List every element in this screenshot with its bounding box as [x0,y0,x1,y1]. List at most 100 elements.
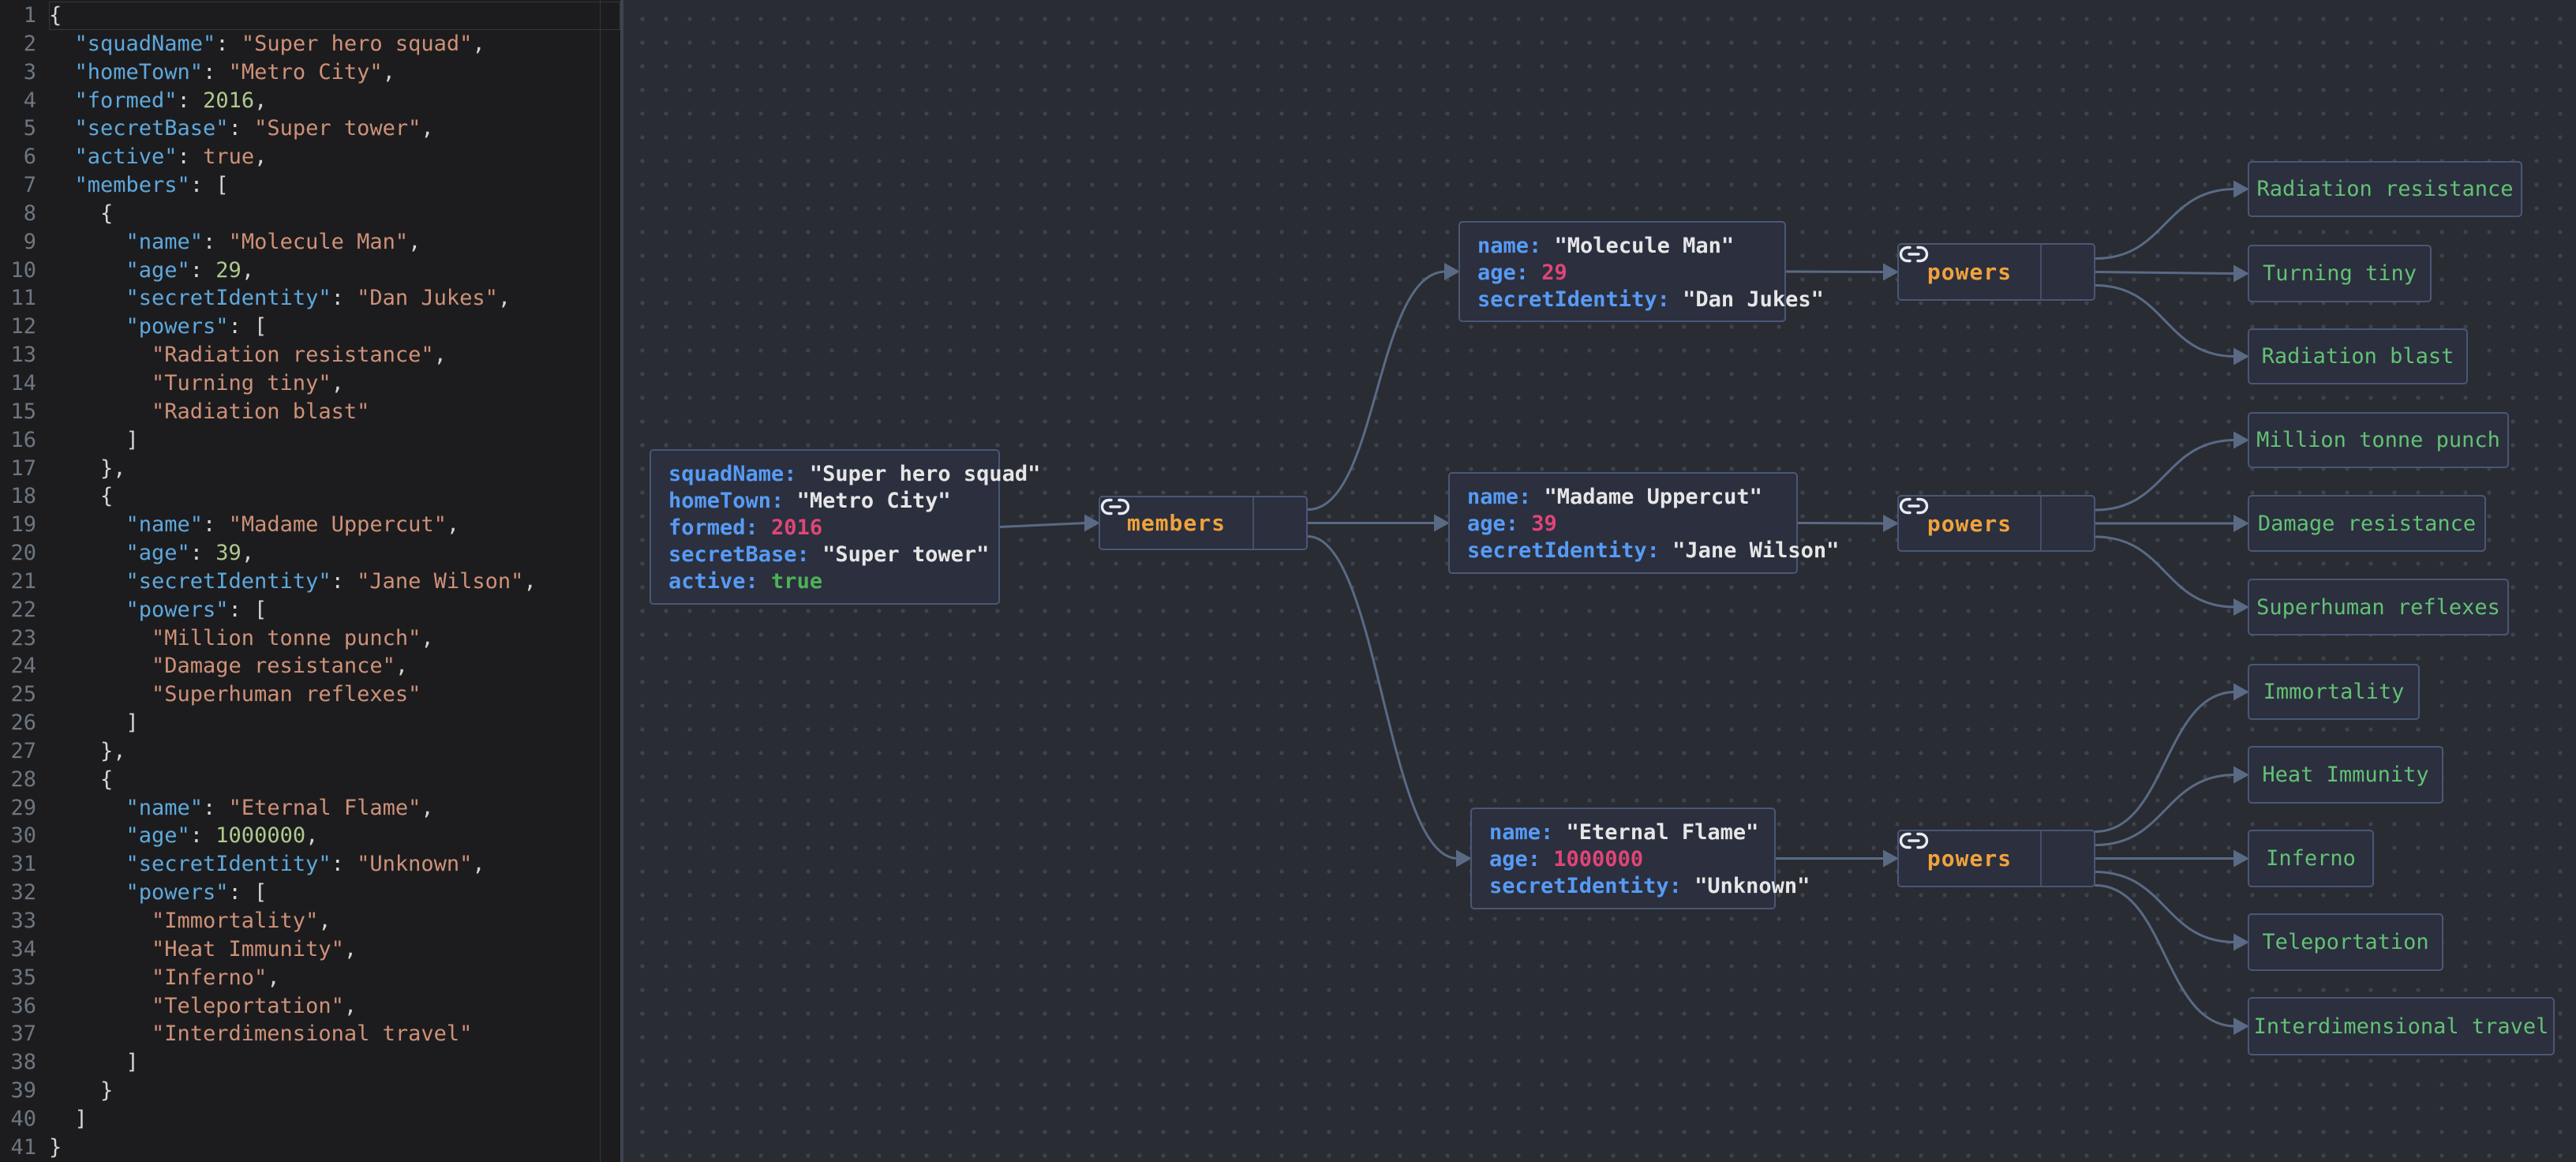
collapse-link-button[interactable] [1100,497,1306,549]
editor-line-29[interactable]: 29 "name": "Eternal Flame", [0,794,620,823]
editor-line-7[interactable]: 7 "members": [ [0,171,620,200]
node-rows: name: "Madame Uppercut" age: 39 secretIden… [1450,474,1839,564]
editor-line-34[interactable]: 34 "Heat Immunity", [0,935,620,964]
editor-line-24[interactable]: 24 "Damage resistance", [0,652,620,680]
token-p: , [305,823,319,849]
graph-node-root[interactable]: squadName: "Super hero squad" homeTown: "… [650,449,1040,605]
line-code: "age": 29, [49,257,620,285]
editor-line-30[interactable]: 30 "age": 1000000, [0,822,620,850]
editor-line-27[interactable]: 27}, [0,737,620,766]
editor-line-5[interactable]: 5 "secretBase": "Super tower", [0,114,620,143]
line-number: 9 [23,229,36,254]
graph-node-leaf_tt[interactable]: Turning tiny [2248,245,2432,302]
graph-node-leaf_rr[interactable]: Radiation resistance [2248,161,2522,217]
editor-line-4[interactable]: 4 "formed": 2016, [0,87,620,115]
line-code: "Damage resistance", [49,652,620,680]
collapse-link-button[interactable] [1899,831,2094,886]
graph-node-leaf_im[interactable]: Immortality [2248,664,2420,720]
graph-node-powers1[interactable]: powers [1897,243,2095,301]
line-code: { [49,482,620,511]
editor-line-12[interactable]: 12 "powers": [ [0,313,620,341]
graph-node-leaf_it[interactable]: Interdimensional travel [2248,997,2555,1055]
link-icon [1899,832,1929,849]
editor-line-25[interactable]: 25 "Superhuman reflexes" [0,680,620,709]
editor-line-6[interactable]: 6 "active": true, [0,143,620,171]
token-p: , [343,936,358,961]
editor-line-38[interactable]: 38] [0,1048,620,1077]
node-row: secretIdentity: "Dan Jukes" [1477,287,1824,313]
editor-line-40[interactable]: 40] [0,1105,620,1134]
token-p: , [472,31,485,56]
line-code: "formed": 2016, [49,87,620,115]
editor-line-16[interactable]: 16] [0,426,620,455]
collapse-link-button[interactable] [1899,245,2094,299]
line-code: "Inferno", [49,964,620,992]
editor-line-18[interactable]: 18 { [0,482,620,511]
editor-line-11[interactable]: 11 "secretIdentity": "Dan Jukes", [0,284,620,313]
editor-line-8[interactable]: 8{ [0,200,620,228]
graph-node-powers2[interactable]: powers [1897,495,2095,552]
editor-line-3[interactable]: 3 "homeTown": "Metro City", [0,58,620,87]
editor-line-36[interactable]: 36 "Teleportation", [0,992,620,1021]
editor-line-28[interactable]: 28 { [0,766,620,794]
editor-line-37[interactable]: 37 "Interdimensional travel" [0,1020,620,1048]
token-p: : [177,144,204,170]
line-code: { [49,200,620,228]
edge-powers1-leaf_rb [2094,284,2237,358]
token-k: "active" [74,144,178,170]
token-k: "secretBase" [74,116,229,141]
graph-node-mol[interactable]: name: "Molecule Man" age: 29 secretIdentit… [1458,221,1824,322]
editor-line-9[interactable]: 9 "name": "Molecule Man", [0,228,620,257]
token-p: ] [125,1050,139,1075]
editor-line-39[interactable]: 39} [0,1077,620,1105]
graph-node-madame[interactable]: name: "Madame Uppercut" age: 39 secretIden… [1448,472,1839,574]
editor-line-2[interactable]: 2 "squadName": "Super hero squad", [0,30,620,58]
token-p: , [241,257,255,283]
editor-line-31[interactable]: 31 "secretIdentity": "Unknown", [0,850,620,879]
graph-node-leaf_in[interactable]: Inferno [2248,830,2374,887]
editor-line-19[interactable]: 19 "name": "Madame Uppercut", [0,511,620,539]
json-code-editor[interactable]: 1{2 "squadName": "Super hero squad", 3 "hom… [0,0,620,1162]
editor-line-13[interactable]: 13 "Radiation resistance", [0,341,620,369]
editor-line-26[interactable]: 26] [0,709,620,737]
node-rows: name: "Molecule Man" age: 29 secretIdentit… [1460,223,1824,313]
line-number: 28 [10,767,36,792]
token-p: : [331,852,358,877]
editor-line-14[interactable]: 14 "Turning tiny", [0,369,620,398]
editor-line-17[interactable]: 17}, [0,455,620,483]
token-k: "name" [125,795,204,820]
arrowhead-leaf_it [2233,1018,2249,1035]
token-p: : [189,257,216,283]
editor-line-20[interactable]: 20 "age": 39, [0,539,620,568]
editor-line-21[interactable]: 21 "secretIdentity": "Jane Wilson", [0,568,620,596]
graph-node-leaf_te[interactable]: Teleportation [2248,913,2443,971]
graph-node-powers3[interactable]: powers [1897,830,2095,887]
editor-line-10[interactable]: 10 "age": 29, [0,257,620,285]
collapse-link-button[interactable] [1899,497,2094,550]
graph-node-members[interactable]: members [1099,496,1308,550]
editor-line-22[interactable]: 22 "powers": [ [0,596,620,624]
line-number: 36 [10,993,36,1018]
graph-node-leaf_rb[interactable]: Radiation blast [2248,328,2468,384]
graph-canvas[interactable]: squadName: "Super hero squad" homeTown: "… [623,0,2576,1162]
graph-node-leaf_mtp[interactable]: Million tonne punch [2248,412,2509,468]
graph-node-eternal[interactable]: name: "Eternal Flame" age: 1000000 secretI… [1470,808,1810,909]
line-code: "secretIdentity": "Unknown", [49,850,620,879]
json-visualizer-app: { "colors": { "editor_bg": "#1c1c1e", "g… [0,0,2576,1162]
graph-node-leaf_sr[interactable]: Superhuman reflexes [2248,579,2509,635]
editor-line-32[interactable]: 32 "powers": [ [0,879,620,907]
editor-line-41[interactable]: 41} [0,1134,620,1162]
arrowhead-leaf_sr [2233,598,2249,616]
graph-node-leaf_hi[interactable]: Heat Immunity [2248,746,2443,804]
token-p: : [189,823,216,849]
editor-line-15[interactable]: 15 "Radiation blast" [0,398,620,426]
token-k: "members" [74,173,190,198]
token-k: "squadName" [74,31,216,56]
editor-line-1[interactable]: 1{ [0,2,620,30]
editor-line-33[interactable]: 33 "Immortality", [0,907,620,935]
editor-line-35[interactable]: 35 "Inferno", [0,964,620,992]
editor-line-23[interactable]: 23 "Million tonne punch", [0,624,620,653]
graph-node-leaf_dr[interactable]: Damage resistance [2248,495,2486,552]
token-s: "Superhuman reflexes" [152,682,421,707]
token-p: , [382,59,395,84]
